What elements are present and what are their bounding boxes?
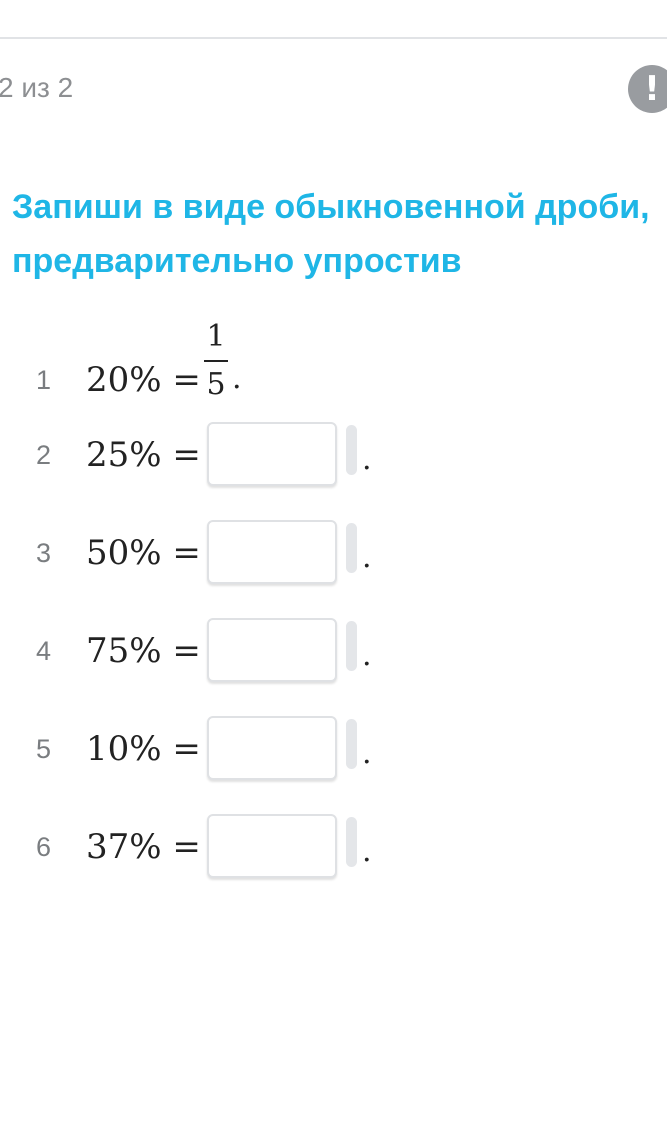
answer-input[interactable] bbox=[207, 618, 337, 682]
end-dot: . bbox=[362, 834, 372, 869]
problem-row: 4 75% = . bbox=[0, 611, 667, 691]
problem-expression: 20% = bbox=[86, 360, 201, 400]
problem-expression: 50% = bbox=[86, 533, 201, 573]
fraction-denominator: 5 bbox=[206, 367, 226, 402]
problem-number: 6 bbox=[36, 832, 52, 862]
fraction-numerator: 1 bbox=[206, 319, 226, 354]
problem-number: 2 bbox=[36, 440, 52, 470]
answer-input[interactable] bbox=[207, 814, 337, 878]
input-side-handle bbox=[346, 621, 357, 671]
input-side-handle bbox=[346, 523, 357, 573]
problem-number: 1 bbox=[36, 365, 52, 395]
exercise-page: 2 из 2 ! Запиши в виде обыкновенной дроб… bbox=[0, 0, 667, 1146]
end-dot: . bbox=[362, 442, 372, 477]
input-side-handle bbox=[346, 719, 357, 769]
problem-row: 6 37% = . bbox=[0, 807, 667, 887]
task-title: Запиши в виде обыкновенной дроби, предва… bbox=[12, 188, 650, 280]
problem-expression: 10% = bbox=[86, 729, 201, 769]
fraction-bar bbox=[204, 360, 228, 362]
input-side-handle bbox=[346, 817, 357, 867]
problem-row: 2 25% = . bbox=[0, 415, 667, 495]
problem-number: 3 bbox=[36, 538, 52, 568]
end-dot: . bbox=[362, 736, 372, 771]
problem-expression: 75% = bbox=[86, 631, 201, 671]
end-dot: . bbox=[362, 638, 372, 673]
end-dot: . bbox=[362, 540, 372, 575]
problem-number: 5 bbox=[36, 734, 52, 764]
end-dot: . bbox=[232, 361, 242, 396]
problem-row: 1 20% = 1 5 . bbox=[0, 319, 667, 420]
top-divider bbox=[0, 37, 667, 39]
answer-input[interactable] bbox=[207, 422, 337, 486]
problem-expression: 25% = bbox=[86, 435, 201, 475]
answer-input[interactable] bbox=[207, 716, 337, 780]
problem-number: 4 bbox=[36, 636, 52, 666]
problem-row: 5 10% = . bbox=[0, 709, 667, 789]
answer-fraction: 1 5 bbox=[204, 318, 228, 404]
input-side-handle bbox=[346, 425, 357, 475]
report-button[interactable]: ! bbox=[628, 65, 667, 113]
question-counter: 2 из 2 bbox=[0, 72, 74, 103]
exclamation-icon: ! bbox=[644, 69, 660, 109]
problem-row: 3 50% = . bbox=[0, 513, 667, 593]
answer-input[interactable] bbox=[207, 520, 337, 584]
problem-expression: 37% = bbox=[86, 827, 201, 867]
